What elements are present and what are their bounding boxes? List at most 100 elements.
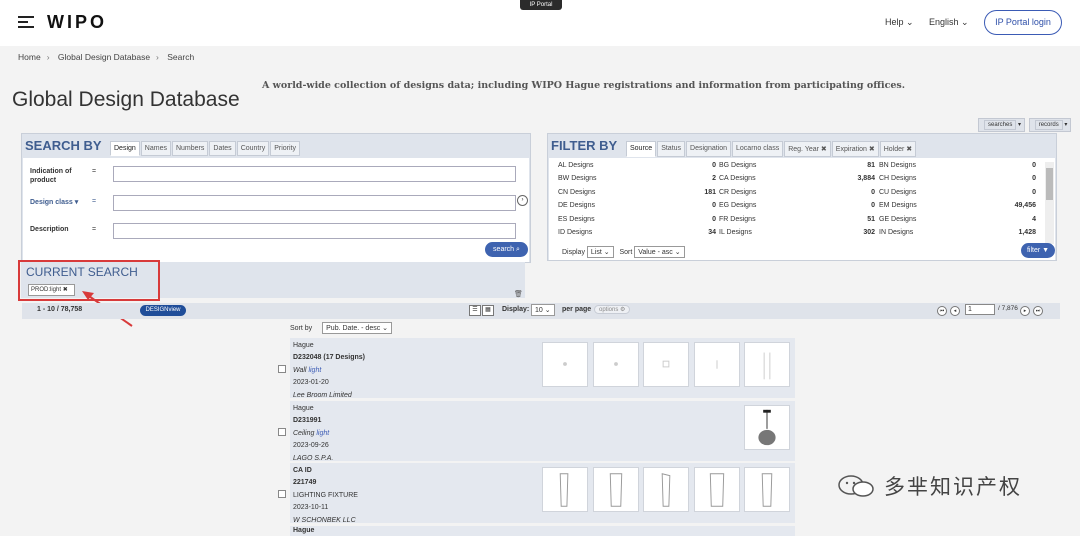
filter-item[interactable]: GE Designs 4	[879, 216, 1036, 229]
indication-input[interactable]	[113, 166, 516, 182]
last-page-icon[interactable]: ⏭	[1033, 306, 1043, 316]
design-thumbnail[interactable]	[744, 405, 790, 450]
filter-item[interactable]: FR Designs 51	[719, 216, 875, 229]
design-thumbnail[interactable]	[744, 342, 790, 387]
filter-item-label: BW Designs	[558, 175, 597, 183]
design-thumbnail[interactable]	[542, 467, 588, 512]
row-checkbox[interactable]	[278, 490, 286, 498]
ip-portal-login-button[interactable]: IP Portal login	[984, 10, 1062, 35]
filter-item[interactable]: CU Designs 0	[879, 189, 1036, 202]
wipo-logo[interactable]: WIPO	[47, 12, 107, 33]
design-thumbnail[interactable]	[643, 342, 689, 387]
sort-by-label: Sort by	[290, 325, 313, 332]
filter-item[interactable]: CR Designs 0	[719, 189, 875, 202]
filter-item-count: 49,456	[1014, 202, 1036, 210]
result-meta: Hague D231991 Ceiling light 2023-09-26 L…	[293, 405, 334, 462]
design-class-input[interactable]	[113, 195, 516, 211]
sort-by-select[interactable]: Pub. Date. - desc ⌄	[322, 322, 393, 334]
breadcrumb-home[interactable]: Home	[18, 52, 41, 62]
breadcrumb-search: Search	[167, 52, 195, 62]
tab-design[interactable]: Design	[110, 141, 140, 156]
trash-icon[interactable]: 🗑	[514, 290, 523, 298]
filter-item[interactable]: IN Designs 1,428	[879, 229, 1036, 242]
filter-scrollbar[interactable]	[1045, 162, 1054, 244]
page-input[interactable]: 1	[965, 304, 995, 315]
field-label-indication: Indication of product =	[30, 168, 97, 184]
records-menu[interactable]: records ▾	[1028, 118, 1072, 132]
list-view-icon[interactable]: ☰	[469, 305, 481, 316]
prev-page-icon[interactable]: ◂	[950, 306, 960, 316]
tab-dates[interactable]: Dates	[209, 141, 236, 156]
tab-designation[interactable]: Designation	[686, 141, 732, 157]
row-checkbox[interactable]	[278, 428, 286, 436]
filter-item-label: AL Designs	[558, 162, 594, 169]
tab-country[interactable]: Country	[236, 141, 270, 156]
next-page-icon[interactable]: ▸	[1020, 306, 1030, 316]
menu-icon[interactable]	[18, 16, 34, 28]
design-class-browse-icon[interactable]: ›	[517, 195, 528, 206]
design-thumbnail[interactable]	[694, 342, 740, 387]
field-label-design-class[interactable]: Design class ▾ =	[30, 198, 96, 206]
filter-item[interactable]: CA Designs 3,884	[719, 175, 875, 188]
row-checkbox[interactable]	[278, 365, 286, 373]
chevron-down-icon: ⌄	[961, 17, 969, 27]
language-menu[interactable]: English ⌄	[929, 17, 969, 28]
design-thumbnail[interactable]	[643, 467, 689, 512]
grid-view-icon[interactable]: ▦	[482, 305, 494, 316]
options-button[interactable]: options ⚙	[594, 305, 631, 314]
tab-numbers[interactable]: Numbers	[171, 141, 209, 156]
filter-item[interactable]: CH Designs 0	[879, 175, 1036, 188]
tab-status[interactable]: Status	[657, 141, 686, 157]
designview-logo[interactable]: DESIGNview	[140, 305, 186, 316]
results-range: 1 - 10 / 78,758	[37, 306, 83, 313]
filter-item[interactable]: EM Designs 49,456	[879, 202, 1036, 215]
filter-item[interactable]: BW Designs 2	[558, 175, 716, 188]
breadcrumb: Home › Global Design Database › Search	[18, 52, 195, 62]
first-page-icon[interactable]: ⏮	[937, 306, 947, 316]
filter-item[interactable]: DE Designs 0	[558, 202, 716, 215]
searches-menu[interactable]: searches ▾	[978, 118, 1026, 132]
filter-button[interactable]: filter ▼	[1021, 243, 1055, 258]
help-menu[interactable]: Help ⌄	[885, 17, 914, 28]
tab-reg-year[interactable]: Reg. Year ✖	[784, 141, 831, 157]
per-page-select[interactable]: 10 ⌄	[531, 304, 555, 316]
breadcrumb-gdd[interactable]: Global Design Database	[58, 52, 150, 62]
design-thumbnail[interactable]	[593, 342, 639, 387]
sort-select[interactable]: Value - asc ⌄	[634, 246, 685, 258]
filter-item[interactable]: BN Designs 0	[879, 162, 1036, 175]
result-row[interactable]: Hague D231991 Ceiling light 2023-09-26 L…	[278, 401, 795, 462]
display-select[interactable]: List ⌄	[586, 246, 614, 258]
filter-tabs: Source Status Designation Locarno class …	[626, 141, 917, 157]
filter-item[interactable]: IL Designs 302	[719, 229, 875, 242]
filter-column-2: BG Designs 81 CA Designs 3,884 CR Designs 0 EG…	[719, 162, 875, 242]
design-thumbnail[interactable]	[542, 342, 588, 387]
filter-item-count: 4	[1032, 215, 1036, 223]
filter-item[interactable]: ID Designs 34	[558, 229, 716, 242]
filter-item[interactable]: ES Designs 0	[558, 216, 716, 229]
filter-item[interactable]: EG Designs 0	[719, 202, 875, 215]
filter-item[interactable]: CN Designs 181	[558, 189, 716, 202]
result-row[interactable]: Hague D232048 (17 Designs) Wall light 20…	[278, 338, 795, 399]
design-thumbnail[interactable]	[744, 467, 790, 512]
filter-item-label: FR Designs	[719, 215, 756, 223]
display-count-label: Display:	[502, 306, 530, 313]
sort-by-row: Sort by Pub. Date. - desc ⌄	[290, 322, 393, 334]
tab-locarno[interactable]: Locarno class	[732, 141, 784, 157]
search-button[interactable]: search ⌕	[485, 242, 528, 257]
filter-item[interactable]: AL Designs 0	[558, 162, 716, 175]
result-row[interactable]: CA ID 221749 LIGHTING FIXTURE 2023-10-11…	[278, 463, 795, 524]
result-row[interactable]: Hague	[290, 526, 795, 536]
tab-source[interactable]: Source	[626, 141, 657, 157]
tab-priority[interactable]: Priority	[270, 141, 300, 156]
tab-expiration[interactable]: Expiration ✖	[831, 141, 879, 157]
design-thumbnail[interactable]	[593, 467, 639, 512]
design-thumbnail[interactable]	[694, 467, 740, 512]
filter-item-count: 0	[712, 202, 716, 210]
filter-item-count: 0	[871, 202, 875, 210]
language-label: English	[929, 17, 959, 27]
description-input[interactable]	[113, 223, 516, 239]
filter-item[interactable]: BG Designs 81	[719, 162, 875, 175]
page-total: / 7,876	[998, 305, 1018, 312]
tab-names[interactable]: Names	[140, 141, 171, 156]
tab-holder[interactable]: Holder ✖	[879, 141, 917, 157]
